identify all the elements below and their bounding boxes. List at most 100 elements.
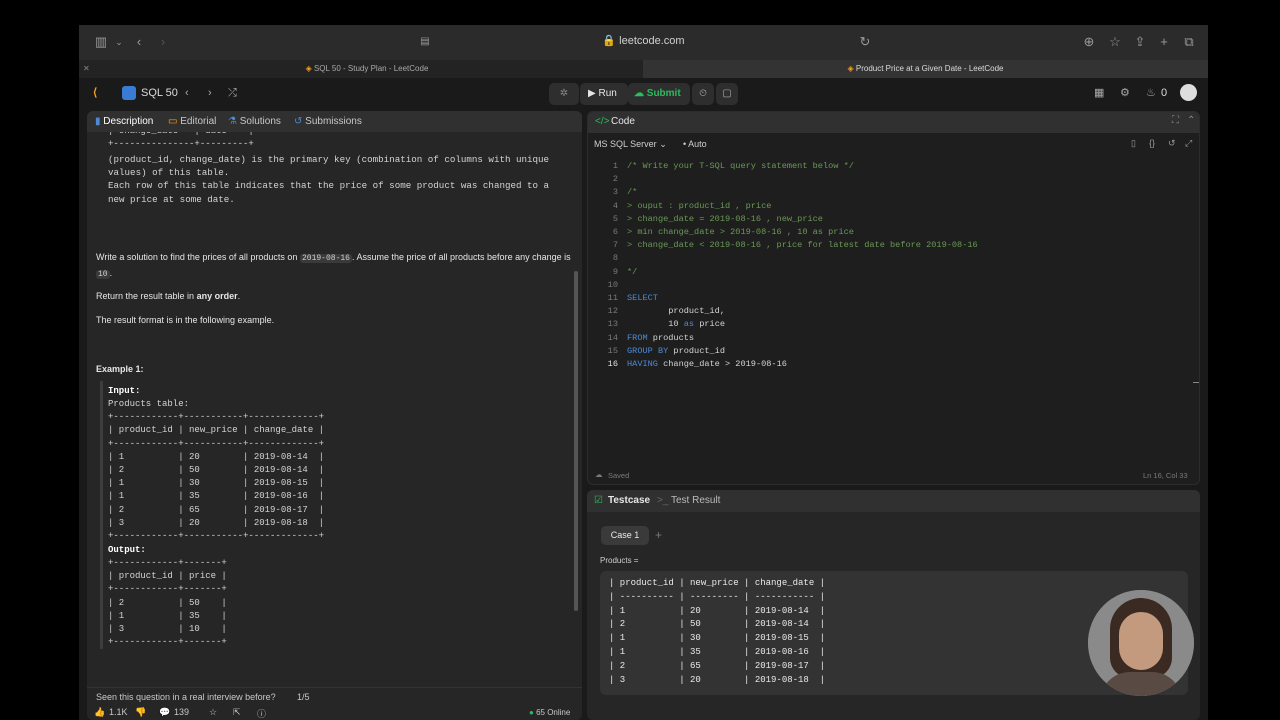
code-line[interactable]: 12 product_id, <box>588 305 1199 318</box>
code-line[interactable]: 2 <box>588 173 1199 186</box>
prev-question-icon[interactable]: ‹ <box>185 86 189 101</box>
sidebar-toggle-icon[interactable]: ▥ <box>91 33 111 51</box>
chevron-down-icon[interactable]: ⌄ <box>109 33 129 51</box>
note-icon: ▢ <box>722 88 732 99</box>
reader-icon[interactable]: ▤ <box>415 33 435 51</box>
webcam-face <box>1119 612 1163 670</box>
language-select[interactable]: MS SQL Server ⌄ <box>594 139 667 150</box>
code-line[interactable]: 14 FROM products <box>588 332 1199 345</box>
code-line[interactable]: 4 > ouput : product_id , price <box>588 200 1199 213</box>
add-case-icon[interactable]: + <box>655 528 662 542</box>
collapse-icon[interactable]: ⌃ <box>1187 115 1195 126</box>
editor-scroll-marker <box>1193 382 1199 383</box>
shuffle-icon[interactable]: ⤮ <box>228 86 237 101</box>
tab-overview-icon[interactable]: ⧉ <box>1179 33 1199 51</box>
submit-button[interactable]: ☁ Submit <box>628 83 690 105</box>
case-1-tab[interactable]: Case 1 <box>601 526 649 545</box>
reset-icon[interactable]: ↺ <box>1168 138 1176 149</box>
tab-test-result[interactable]: Test Result <box>671 495 720 506</box>
return-prefix: Return the result table in <box>96 291 195 301</box>
tab-label: Solutions <box>239 116 281 127</box>
interview-pager[interactable]: 1/5 <box>297 692 310 702</box>
next-question-icon[interactable]: › <box>208 86 212 101</box>
help-icon[interactable]: ⓘ <box>257 707 266 720</box>
code-line[interactable]: 10 <box>588 279 1199 292</box>
run-button[interactable]: ▶ Run <box>580 83 628 105</box>
tab-title: SQL 50 - Study Plan - LeetCode <box>313 64 429 73</box>
cursor-position: Ln 16, Col 33 <box>1143 471 1188 480</box>
code-line[interactable]: 9 */ <box>588 266 1199 279</box>
avatar[interactable] <box>1180 84 1197 101</box>
layout-grid-icon[interactable]: ▦ <box>1094 86 1104 101</box>
line-number: 7 <box>612 240 618 251</box>
line-number: 15 <box>607 345 618 356</box>
code-line[interactable]: 6 > min change_date > 2019-08-16 , 10 as … <box>588 226 1199 239</box>
maximize-icon[interactable]: ⛶ <box>1172 115 1179 126</box>
code-editor[interactable]: 1 /* Write your T-SQL query statement bel… <box>588 160 1199 460</box>
back-icon[interactable]: ‹ <box>129 33 149 51</box>
notes-button[interactable]: ▢ <box>716 83 738 105</box>
bookmark-icon[interactable]: ▯ <box>1131 138 1136 149</box>
line-number: 13 <box>607 319 618 330</box>
lock-icon: 🔒 <box>602 35 617 47</box>
new-tab-icon[interactable]: + <box>1154 33 1174 51</box>
description-content[interactable]: | change_date | date | +---------------+… <box>87 132 582 687</box>
code-line[interactable]: 13 10 as price <box>588 318 1199 331</box>
code-line[interactable]: 5 > change_date = 2019-08-16 , new_price <box>588 213 1199 226</box>
line-text: FROM products <box>627 332 695 343</box>
tab-product-price[interactable]: ◈ Product Price at a Given Date - LeetCo… <box>643 60 1208 78</box>
footer-divider <box>87 687 582 688</box>
line-number: 14 <box>607 332 618 343</box>
code-line[interactable]: 16 HAVING change_date > 2019-08-16 <box>588 358 1199 371</box>
line-number: 2 <box>612 174 618 185</box>
mode-select[interactable]: • Auto <box>683 139 707 149</box>
code-line[interactable]: 11 SELECT <box>588 292 1199 305</box>
favorite-star-icon[interactable]: ☆ <box>209 707 217 718</box>
url-bar[interactable]: 🔒 leetcode.com <box>514 34 774 47</box>
download-icon[interactable]: ⊕ <box>1079 33 1099 51</box>
question-part: . Assume the price of all products befor… <box>351 252 530 262</box>
products-label: Products = <box>600 556 639 565</box>
input-label: Input: <box>108 386 141 396</box>
code-line[interactable]: 7 > change_date < 2019-08-16 , price for … <box>588 239 1199 252</box>
example-title: Example 1: <box>96 364 144 374</box>
submit-label: Submit <box>646 88 681 99</box>
bug-icon: ✲ <box>559 88 569 99</box>
code-line[interactable]: 1 /* Write your T-SQL query statement bel… <box>588 160 1199 173</box>
tab-testcase[interactable]: Testcase <box>608 495 650 506</box>
code-line[interactable]: 8 <box>588 252 1199 265</box>
language-value: MS SQL Server <box>594 139 657 149</box>
forward-icon[interactable]: › <box>153 33 173 51</box>
leetcode-logo-icon[interactable]: ⟨ <box>93 86 97 101</box>
fire-streak-icon[interactable]: ♨ <box>1146 86 1156 101</box>
tab-study-plan[interactable]: ◈ SQL 50 - Study Plan - LeetCode <box>93 60 641 78</box>
thumbs-up-icon[interactable]: 👍 <box>94 707 105 718</box>
settings-gear-icon[interactable]: ⚙ <box>1120 86 1130 101</box>
share-icon[interactable]: ⇪ <box>1130 33 1150 51</box>
braces-icon[interactable]: {} <box>1149 138 1155 148</box>
description-tabs: ▮ Description ▭ Editorial ⚗ Solutions ↺ … <box>87 111 582 132</box>
result-icon: >_ <box>657 495 669 506</box>
tab-description[interactable]: ▮ Description <box>95 115 153 128</box>
reload-icon[interactable]: ↻ <box>855 33 875 51</box>
share-link-icon[interactable]: ⇱ <box>233 707 241 718</box>
testcase-header: ☑ Testcase >_ Test Result <box>587 490 1200 512</box>
tab-submissions[interactable]: ↺ Submissions <box>294 115 362 128</box>
comment-icon[interactable]: 💬 <box>159 707 170 718</box>
study-plan-title[interactable]: SQL 50 <box>141 86 178 101</box>
bookmark-star-icon[interactable]: ☆ <box>1105 33 1125 51</box>
close-tab-icon[interactable]: ✕ <box>83 60 93 78</box>
history-icon: ↺ <box>294 116 303 127</box>
code-line[interactable]: 3 /* <box>588 186 1199 199</box>
code-line[interactable]: 15 GROUP BY product_id <box>588 345 1199 358</box>
fullscreen-icon[interactable]: ⤢ <box>1185 138 1192 149</box>
description-scrollbar[interactable] <box>574 271 578 611</box>
line-text: /* <box>627 187 638 198</box>
timer-button[interactable]: ⏲ <box>692 83 714 105</box>
play-icon: ▶ <box>588 88 596 99</box>
tab-editorial[interactable]: ▭ Editorial <box>168 115 216 128</box>
tab-solutions[interactable]: ⚗ Solutions <box>228 115 281 128</box>
code-icon: </> <box>595 116 610 127</box>
debug-button[interactable]: ✲ <box>549 83 579 105</box>
thumbs-down-icon[interactable]: 👎 <box>135 707 146 718</box>
